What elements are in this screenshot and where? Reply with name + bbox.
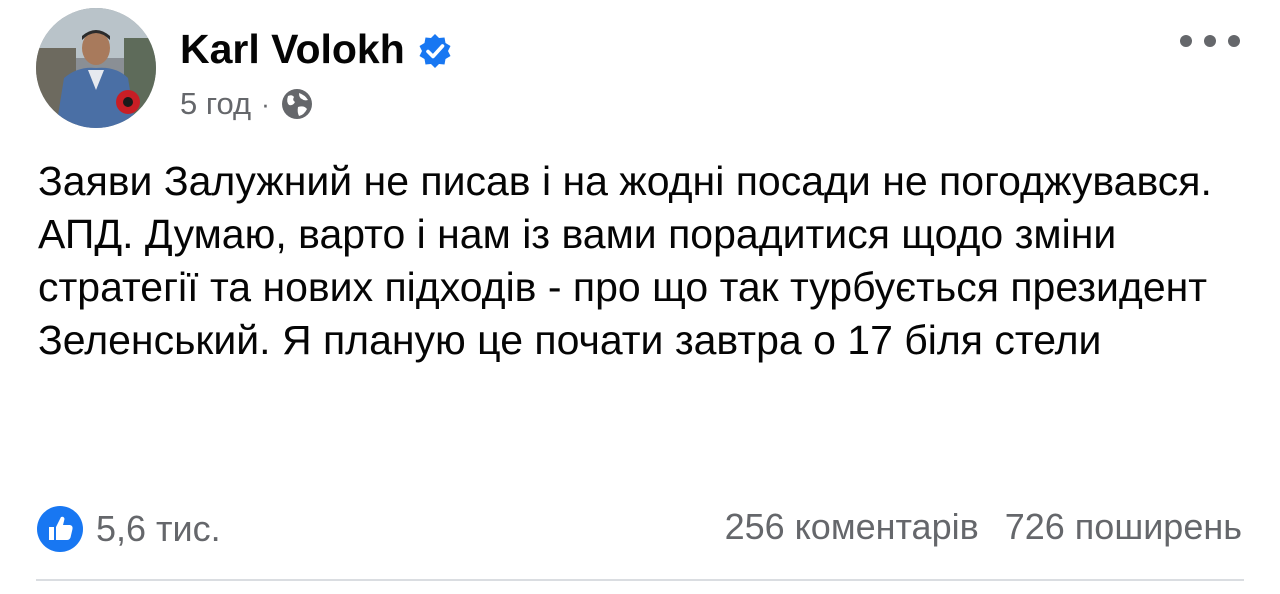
author-name[interactable]: Karl Volokh	[180, 26, 405, 73]
post-meta: 5 год ·	[180, 86, 314, 122]
divider	[36, 579, 1244, 581]
verified-badge-icon	[417, 32, 453, 68]
engagement-stats: 256 коментарів 726 поширень	[725, 506, 1242, 548]
post-timestamp[interactable]: 5 год	[180, 86, 251, 122]
post-body: Заяви Залужний не писав і на жодні посад…	[38, 155, 1253, 367]
post-paragraph: АПД. Думаю, варто і нам із вами порадити…	[38, 211, 1208, 363]
globe-icon[interactable]	[280, 87, 314, 121]
comments-count[interactable]: 256 коментарів	[725, 506, 979, 548]
more-options-icon[interactable]	[1180, 26, 1240, 56]
author-avatar[interactable]	[36, 8, 156, 128]
like-reaction-icon	[37, 506, 83, 552]
shares-count[interactable]: 726 поширень	[1005, 506, 1242, 548]
more-dot	[1228, 35, 1240, 47]
more-dot	[1180, 35, 1192, 47]
more-dot	[1204, 35, 1216, 47]
reactions-summary[interactable]: 5,6 тис.	[36, 505, 221, 553]
post-paragraph: Заяви Залужний не писав і на жодні посад…	[38, 158, 1212, 204]
meta-separator: ·	[261, 88, 270, 119]
likes-count[interactable]: 5,6 тис.	[96, 508, 221, 550]
author-name-row[interactable]: Karl Volokh	[180, 26, 453, 73]
